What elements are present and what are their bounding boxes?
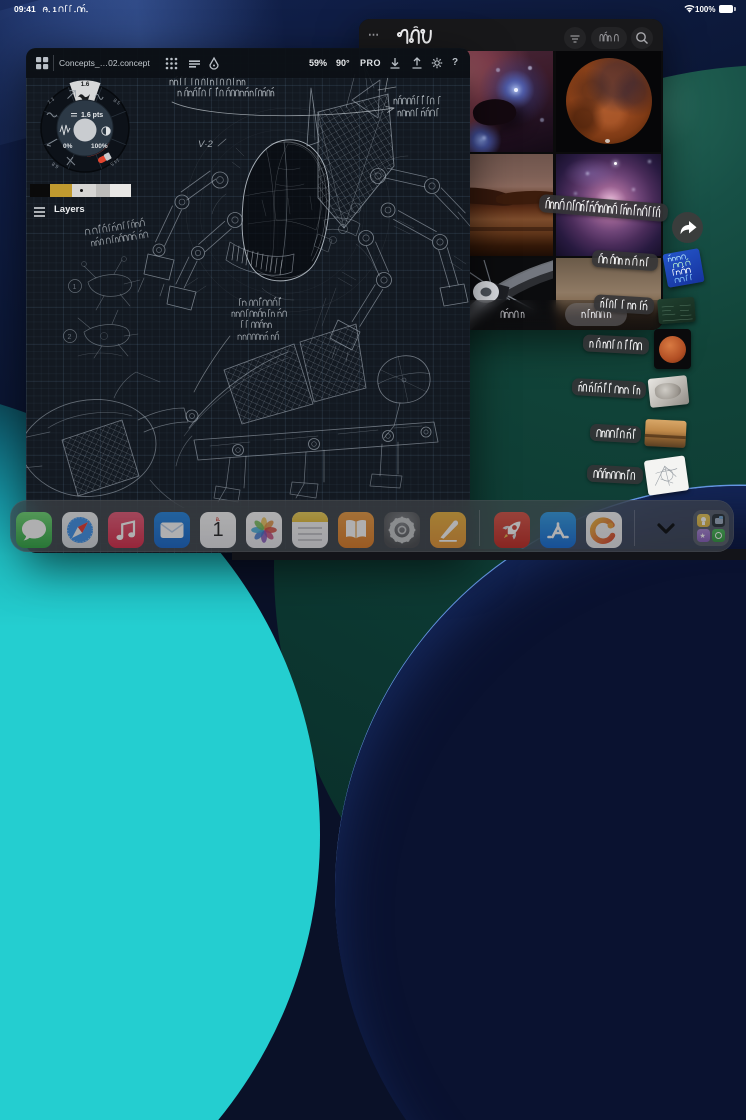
svg-text:1: 1 — [53, 5, 57, 14]
